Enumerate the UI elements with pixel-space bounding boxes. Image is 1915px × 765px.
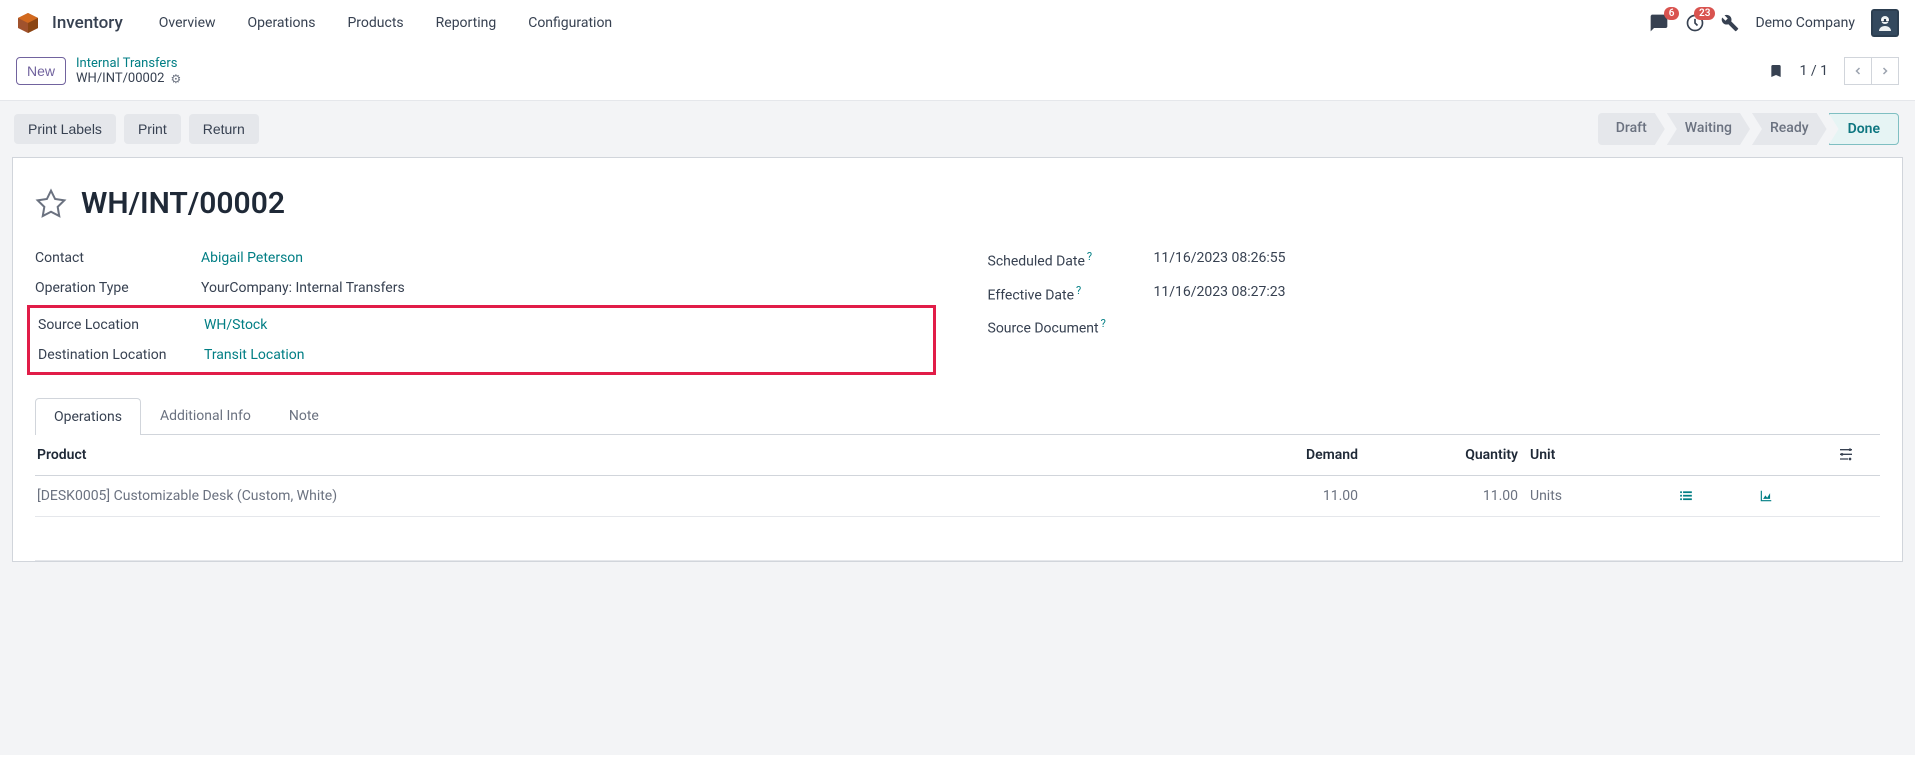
breadcrumb-current-text: WH/INT/00002 (76, 71, 164, 86)
company-name[interactable]: Demo Company (1755, 15, 1855, 31)
app-title[interactable]: Inventory (52, 13, 123, 33)
header-quantity[interactable]: Quantity (1358, 447, 1518, 463)
source-location-label: Source Location (38, 317, 204, 333)
highlight-box: Source Location WH/Stock Destination Loc… (27, 305, 936, 375)
effective-date-label: Effective Date? (988, 284, 1154, 304)
table-row[interactable]: [DESK0005] Customizable Desk (Custom, Wh… (35, 476, 1880, 517)
destination-location-label: Destination Location (38, 347, 204, 363)
help-icon[interactable]: ? (1087, 250, 1092, 263)
table-header: Product Demand Quantity Unit (35, 435, 1880, 476)
header-demand[interactable]: Demand (1208, 447, 1358, 463)
cell-unit: Units (1518, 488, 1678, 504)
status-draft[interactable]: Draft (1598, 113, 1665, 145)
contact-label: Contact (35, 250, 201, 266)
navbar: Inventory Overview Operations Products R… (0, 0, 1915, 46)
nav-overview[interactable]: Overview (145, 3, 230, 43)
tab-note[interactable]: Note (270, 397, 338, 434)
destination-location-value[interactable]: Transit Location (204, 347, 305, 363)
navbar-left: Inventory Overview Operations Products R… (16, 3, 626, 43)
tab-additional-info[interactable]: Additional Info (141, 397, 270, 434)
content-wrapper: Print Labels Print Return Draft Waiting … (0, 100, 1915, 755)
messages-icon[interactable]: 6 (1649, 13, 1669, 33)
table-settings-icon[interactable] (1838, 447, 1878, 463)
source-location-value[interactable]: WH/Stock (204, 317, 267, 333)
cell-product: [DESK0005] Customizable Desk (Custom, Wh… (37, 488, 1208, 504)
header-product[interactable]: Product (37, 447, 1208, 463)
status-bar: Draft Waiting Ready Done (1598, 113, 1901, 145)
help-icon[interactable]: ? (1101, 317, 1106, 330)
list-icon[interactable] (1678, 489, 1758, 503)
breadcrumb: Internal Transfers WH/INT/00002 ⚙ (76, 56, 181, 86)
source-document-label: Source Document? (988, 317, 1154, 337)
page-title: WH/INT/00002 (81, 186, 285, 221)
record-card: WH/INT/00002 Contact Abigail Peterson Op… (12, 157, 1903, 562)
print-labels-button[interactable]: Print Labels (14, 114, 116, 144)
status-waiting[interactable]: Waiting (1667, 113, 1750, 145)
fields: Contact Abigail Peterson Operation Type … (35, 243, 1880, 377)
forecast-icon[interactable] (1758, 489, 1838, 503)
fields-left: Contact Abigail Peterson Operation Type … (35, 243, 928, 377)
gear-icon[interactable]: ⚙ (170, 72, 181, 86)
nav-operations[interactable]: Operations (234, 3, 330, 43)
effective-date-value: 11/16/2023 08:27:23 (1154, 284, 1286, 304)
pager-prev-button[interactable] (1844, 57, 1872, 85)
operation-type-label: Operation Type (35, 280, 201, 296)
tab-operations[interactable]: Operations (35, 398, 141, 435)
header-unit[interactable]: Unit (1518, 447, 1678, 463)
return-button[interactable]: Return (189, 114, 259, 144)
scheduled-date-label: Scheduled Date? (988, 250, 1154, 270)
status-ready[interactable]: Ready (1752, 113, 1827, 145)
app-logo-icon[interactable] (16, 11, 40, 35)
breadcrumb-parent[interactable]: Internal Transfers (76, 56, 181, 71)
operations-table: Product Demand Quantity Unit [DESK0005] … (35, 435, 1880, 561)
navbar-right: 6 23 Demo Company (1649, 9, 1899, 37)
user-avatar[interactable] (1871, 9, 1899, 37)
activities-badge: 23 (1694, 7, 1715, 20)
tabs: Operations Additional Info Note (35, 397, 1880, 435)
action-bar: Print Labels Print Return Draft Waiting … (12, 101, 1903, 157)
status-done[interactable]: Done (1829, 113, 1899, 145)
nav-products[interactable]: Products (333, 3, 417, 43)
operation-type-value: YourCompany: Internal Transfers (201, 280, 405, 296)
new-button[interactable]: New (16, 57, 66, 85)
table-blank-row (35, 517, 1880, 561)
activities-icon[interactable]: 23 (1685, 13, 1705, 33)
nav-configuration[interactable]: Configuration (514, 3, 626, 43)
messages-badge: 6 (1664, 7, 1680, 20)
wrench-icon[interactable] (1721, 14, 1739, 32)
title-row: WH/INT/00002 (35, 186, 1880, 221)
breadcrumb-right: 1 / 1 (1768, 57, 1899, 85)
print-button[interactable]: Print (124, 114, 181, 144)
breadcrumb-row: New Internal Transfers WH/INT/00002 ⚙ 1 … (0, 46, 1915, 96)
cell-quantity: 11.00 (1358, 488, 1518, 504)
contact-value[interactable]: Abigail Peterson (201, 250, 303, 266)
scheduled-date-value: 11/16/2023 08:26:55 (1154, 250, 1286, 270)
pager-next-button[interactable] (1871, 57, 1899, 85)
cell-demand: 11.00 (1208, 488, 1358, 504)
pager-text: 1 / 1 (1800, 63, 1828, 79)
nav-reporting[interactable]: Reporting (422, 3, 511, 43)
bookmark-icon[interactable] (1768, 62, 1784, 80)
fields-right: Scheduled Date? 11/16/2023 08:26:55 Effe… (988, 243, 1881, 377)
star-icon[interactable] (35, 188, 67, 220)
breadcrumb-current: WH/INT/00002 ⚙ (76, 71, 181, 86)
help-icon[interactable]: ? (1076, 284, 1081, 297)
